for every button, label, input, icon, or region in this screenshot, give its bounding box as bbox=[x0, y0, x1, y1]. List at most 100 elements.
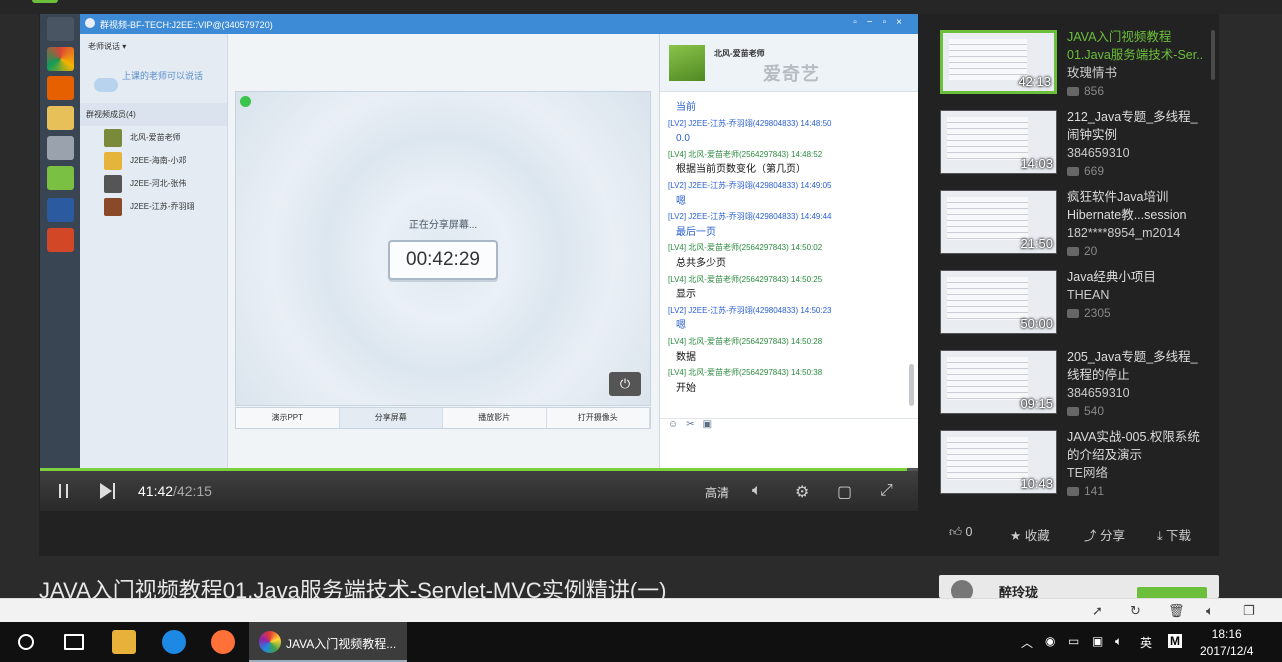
message-meta: [LV2] J2EE-江苏-乔羽翊(429804833) 14:49:05 bbox=[668, 180, 832, 190]
tool-button[interactable]: 打开摄像头 bbox=[547, 408, 650, 428]
image-icon[interactable]: ▣ bbox=[703, 419, 720, 430]
item-author: 384659310 bbox=[1067, 386, 1130, 400]
share-button[interactable]: ⤴ 分享 bbox=[1084, 525, 1125, 544]
playlist-item[interactable]: 50:00 Java经典小项目 THEAN 2305 bbox=[940, 268, 1210, 348]
playlist-item[interactable]: 10:43 JAVA实战-005.权限系统的介绍及演示 TE网络 141 bbox=[940, 428, 1210, 508]
tool-button[interactable]: 分享屏幕 bbox=[339, 408, 443, 428]
fullscreen-icon[interactable]: ⤢ bbox=[880, 482, 893, 500]
pip-icon[interactable]: ▢ bbox=[837, 482, 852, 502]
file-explorer-icon[interactable] bbox=[112, 630, 136, 654]
message-meta: [LV4] 北风-爱苗老师(2564297843) 14:50:02 bbox=[668, 243, 823, 253]
message-text: 0.0 bbox=[676, 133, 690, 145]
playlist-item[interactable]: 42:13 JAVA入门视频教程01.Java服务端技术-Ser.. 玫瑰情书 856 bbox=[940, 28, 1210, 108]
message-text: 嗯 bbox=[676, 320, 686, 332]
message-text: 嗯 bbox=[676, 195, 686, 207]
thumbnail-content bbox=[947, 117, 1028, 161]
windows-logo-icon bbox=[47, 17, 74, 41]
emoji-icon[interactable]: ☺ bbox=[668, 419, 686, 430]
window-icon[interactable]: ❐ bbox=[1243, 603, 1255, 619]
task-view-icon[interactable] bbox=[64, 634, 84, 650]
item-title[interactable]: JAVA入门视频教程01.Java服务端技术-Ser.. bbox=[1067, 28, 1207, 64]
volume-tray-icon[interactable]: 🔈︎ bbox=[1115, 634, 1122, 649]
total-time: /42:15 bbox=[173, 483, 212, 499]
network-icon[interactable]: ▣ bbox=[1092, 634, 1103, 648]
like-button[interactable]: 👍︎ 0 bbox=[949, 525, 973, 540]
tool-button[interactable]: 播放影片 bbox=[443, 408, 547, 428]
record-icon[interactable]: ◉ bbox=[1045, 634, 1055, 648]
video-frame[interactable]: 群视频-BF-TECH:J2EE::VIP@(340579720) ▫−▫× 老… bbox=[40, 14, 918, 511]
trash-icon[interactable]: 🗑︎ bbox=[1168, 603, 1185, 619]
member-avatar bbox=[104, 197, 122, 216]
cortana-icon[interactable] bbox=[18, 634, 34, 650]
settings-icon[interactable]: ⚙︎ bbox=[795, 482, 809, 502]
volume-icon[interactable]: 🔈︎ bbox=[752, 482, 762, 500]
message-meta: [LV4] 北风-爱苗老师(2564297843) 14:48:52 bbox=[668, 149, 823, 159]
collect-button[interactable]: ★ 收藏 bbox=[1010, 525, 1050, 544]
chat-messages: 当前 [LV2] J2EE-江苏-乔羽翊(429804833) 14:48:50 0… bbox=[660, 92, 918, 396]
playlist-item[interactable]: 09:15 205_Java专题_多线程_线程的停止 384659310 540 bbox=[940, 348, 1210, 428]
video-thumbnail[interactable]: 10:43 bbox=[940, 430, 1057, 494]
window-controls: ▫−▫× bbox=[853, 17, 912, 28]
edge-icon[interactable] bbox=[162, 630, 186, 654]
duration-label: 21:50 bbox=[1020, 236, 1053, 251]
member-name: J2EE-海南-小邓 bbox=[130, 156, 187, 165]
battery-icon[interactable]: ▭ bbox=[1068, 634, 1079, 648]
active-browser-app[interactable]: JAVA入门视频教程... bbox=[249, 622, 407, 662]
item-author: TE网络 bbox=[1067, 466, 1108, 480]
ime-indicator[interactable]: 英 bbox=[1140, 634, 1152, 651]
item-title[interactable]: 212_Java专题_多线程_闹钟实例 bbox=[1067, 108, 1207, 144]
ime-mode-icon[interactable]: M bbox=[1168, 634, 1182, 648]
item-views: 20 bbox=[1067, 242, 1207, 260]
chat-scrollbar[interactable] bbox=[909, 364, 914, 406]
clock[interactable]: 18:16 2017/12/4 bbox=[1200, 626, 1253, 660]
speaker-mode[interactable]: 老师说话 ▾ bbox=[80, 34, 227, 59]
member-row[interactable]: J2EE-海南-小邓 bbox=[80, 149, 227, 172]
scissors-icon[interactable]: ✂ bbox=[686, 419, 702, 430]
item-author: THEAN bbox=[1067, 288, 1110, 302]
member-row[interactable]: J2EE-江苏-乔羽翊 bbox=[80, 195, 227, 218]
cloud-icon bbox=[94, 78, 118, 92]
message-text: 根据当前页数变化（第几页） bbox=[676, 164, 806, 176]
member-row[interactable]: J2EE-河北-张伟 bbox=[80, 172, 227, 195]
browser-icon bbox=[259, 631, 281, 653]
folder-icon bbox=[47, 106, 74, 130]
iqiyi-watermark: 爱奇艺 bbox=[763, 64, 820, 84]
firefox-taskbar-icon[interactable] bbox=[211, 630, 235, 654]
playlist-scrollbar[interactable] bbox=[1211, 30, 1215, 80]
teacher-avatar bbox=[669, 45, 705, 81]
playlist-item[interactable]: 14:03 212_Java专题_多线程_闹钟实例 384659310 669 bbox=[940, 108, 1210, 188]
app-icon bbox=[47, 166, 74, 190]
group-header: 群视频成员(4) bbox=[80, 103, 227, 126]
next-button[interactable] bbox=[100, 483, 112, 499]
power-button[interactable]: ⏻ bbox=[609, 372, 641, 396]
message-meta: [LV4] 北风-爱苗老师(2564297843) 14:50:25 bbox=[668, 274, 823, 284]
thumbnail-content bbox=[947, 197, 1028, 241]
pause-button[interactable] bbox=[57, 484, 71, 498]
sharing-label: 正在分享屏幕... bbox=[408, 220, 478, 231]
video-thumbnail[interactable]: 14:03 bbox=[940, 110, 1057, 174]
video-thumbnail[interactable]: 09:15 bbox=[940, 350, 1057, 414]
item-title[interactable]: Java经典小项目 bbox=[1067, 268, 1207, 286]
item-title[interactable]: 205_Java专题_多线程_线程的停止 bbox=[1067, 348, 1207, 384]
tray-expand-icon[interactable]: ︿ bbox=[1021, 634, 1033, 651]
current-time: 41:42 bbox=[138, 483, 174, 499]
status-dot-icon bbox=[240, 96, 251, 107]
playlist-item[interactable]: 21:50 疯狂软件Java培训Hibernate教...session 182**… bbox=[940, 188, 1210, 268]
tool-button[interactable]: 演示PPT bbox=[236, 408, 340, 428]
member-avatar bbox=[104, 174, 122, 193]
quality-button[interactable]: 高清 bbox=[705, 484, 729, 501]
video-thumbnail[interactable]: 21:50 bbox=[940, 190, 1057, 254]
bottom-toolbar: ➚ ↻ 🗑︎ 🔈︎ ❐ bbox=[0, 598, 1282, 622]
speaker-icon[interactable]: 🔈︎ bbox=[1206, 603, 1214, 619]
member-row[interactable]: 北风-爱苗老师 bbox=[80, 126, 227, 149]
video-thumbnail[interactable]: 42:13 bbox=[940, 30, 1057, 94]
rocket-icon[interactable]: ➚ bbox=[1092, 603, 1103, 619]
item-title[interactable]: JAVA实战-005.权限系统的介绍及演示 bbox=[1067, 428, 1207, 464]
item-title[interactable]: 疯狂软件Java培训Hibernate教...session bbox=[1067, 188, 1207, 224]
refresh-icon[interactable]: ↻ bbox=[1130, 603, 1141, 619]
qq-title-text: 群视频-BF-TECH:J2EE::VIP@(340579720) bbox=[100, 20, 273, 30]
duration-label: 50:00 bbox=[1020, 316, 1053, 331]
message-text: 数据 bbox=[676, 351, 696, 363]
download-button[interactable]: ⤓ 下载 bbox=[1157, 525, 1191, 544]
video-thumbnail[interactable]: 50:00 bbox=[940, 270, 1057, 334]
